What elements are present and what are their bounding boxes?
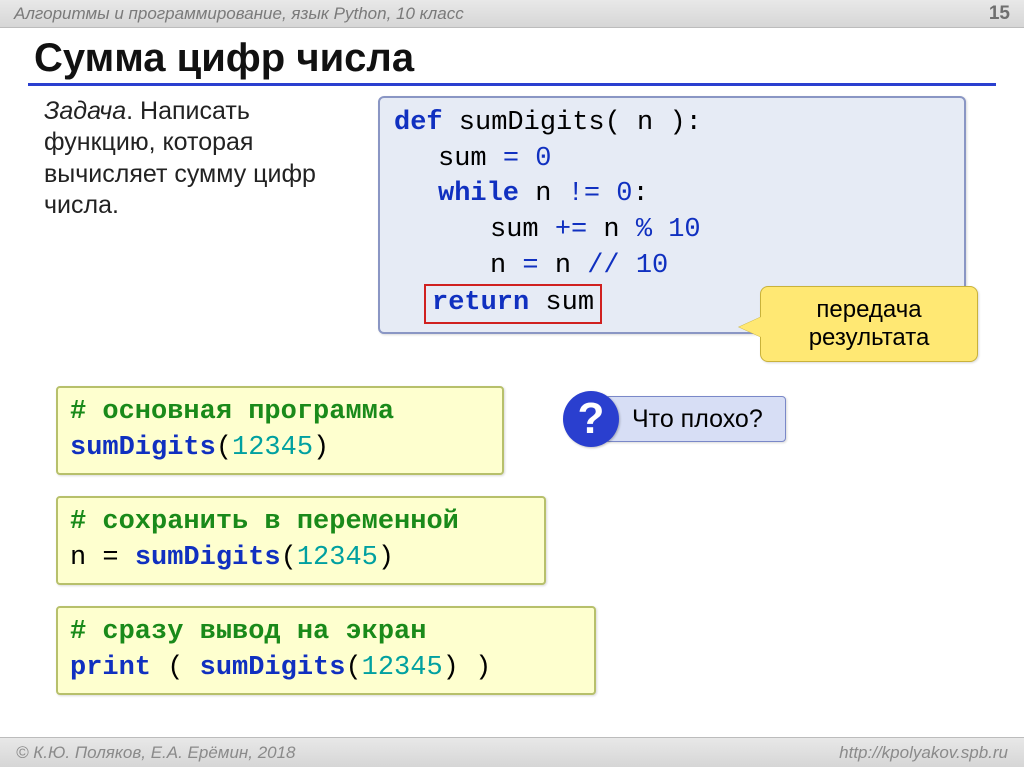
yb2-pre: n = (70, 543, 135, 573)
return-box: return sum (424, 284, 602, 324)
yb3-n: 12345 (362, 653, 443, 683)
c5c: n (555, 251, 571, 281)
code-store: # сохранить в переменной n = sumDigits(1… (56, 496, 546, 585)
yb1-n: 12345 (232, 433, 313, 463)
task-label: Задача (44, 97, 126, 125)
yb3-p2: ) ) (443, 653, 492, 683)
title-rule (28, 83, 996, 86)
code-main: # основная программа sumDigits(12345) (56, 386, 504, 475)
course-label: Алгоритмы и программирование, язык Pytho… (14, 4, 464, 24)
task-text: Задача. Написать функцию, которая вычисл… (44, 96, 354, 221)
c4d: % (636, 215, 652, 245)
c5e: 10 (636, 251, 668, 281)
c2a: sum (438, 144, 487, 174)
callout-text: передача результата (761, 296, 977, 351)
yb1-p2: ) (313, 433, 329, 463)
c2b: = (503, 144, 519, 174)
kw-while: while (438, 179, 519, 209)
kw-return: return (432, 288, 529, 318)
yb1-fn: sumDigits (70, 433, 216, 463)
question-badge: ? Что плохо? (563, 391, 786, 447)
c6b: sum (529, 288, 594, 318)
c3d: 0 (616, 179, 632, 209)
copyright: © К.Ю. Поляков, Е.А. Ерёмин, 2018 (16, 743, 296, 763)
yb2-p2: ) (378, 543, 394, 573)
code-sig: sumDigits( n ): (443, 108, 702, 138)
code-print: # сразу вывод на экран print ( sumDigits… (56, 606, 596, 695)
c4c: n (603, 215, 619, 245)
c5b: = (522, 251, 538, 281)
yb2-comment: # сохранить в переменной (70, 504, 532, 540)
c4a: sum (490, 215, 539, 245)
c5a: n (490, 251, 506, 281)
footer-url: http://kpolyakov.spb.ru (839, 743, 1008, 763)
c4b: += (555, 215, 587, 245)
c4e: 10 (668, 215, 700, 245)
yb2-p1: ( (281, 543, 297, 573)
kw-def: def (394, 108, 443, 138)
footer: © К.Ю. Поляков, Е.А. Ерёмин, 2018 http:/… (0, 737, 1024, 767)
c3b: n (519, 179, 551, 209)
yb2-fn: sumDigits (135, 543, 281, 573)
question-text: Что плохо? (605, 396, 786, 442)
callout-result: передача результата (760, 286, 978, 362)
top-bar: Алгоритмы и программирование, язык Pytho… (0, 0, 1024, 28)
yb3-comment: # сразу вывод на экран (70, 614, 582, 650)
c3e: : (632, 179, 648, 209)
yb3-p1: ( (345, 653, 361, 683)
yb3-print: print (70, 653, 151, 683)
yb1-p1: ( (216, 433, 232, 463)
yb2-n: 12345 (297, 543, 378, 573)
question-mark-icon: ? (563, 391, 619, 447)
page-title: Сумма цифр числа (0, 28, 1024, 83)
yb1-comment: # основная программа (70, 394, 490, 430)
page-number: 15 (989, 3, 1010, 25)
yb3-sp: ( (151, 653, 200, 683)
c3c: != (568, 179, 600, 209)
yb3-fn: sumDigits (200, 653, 346, 683)
c2c: 0 (535, 144, 551, 174)
c5d: // (587, 251, 619, 281)
